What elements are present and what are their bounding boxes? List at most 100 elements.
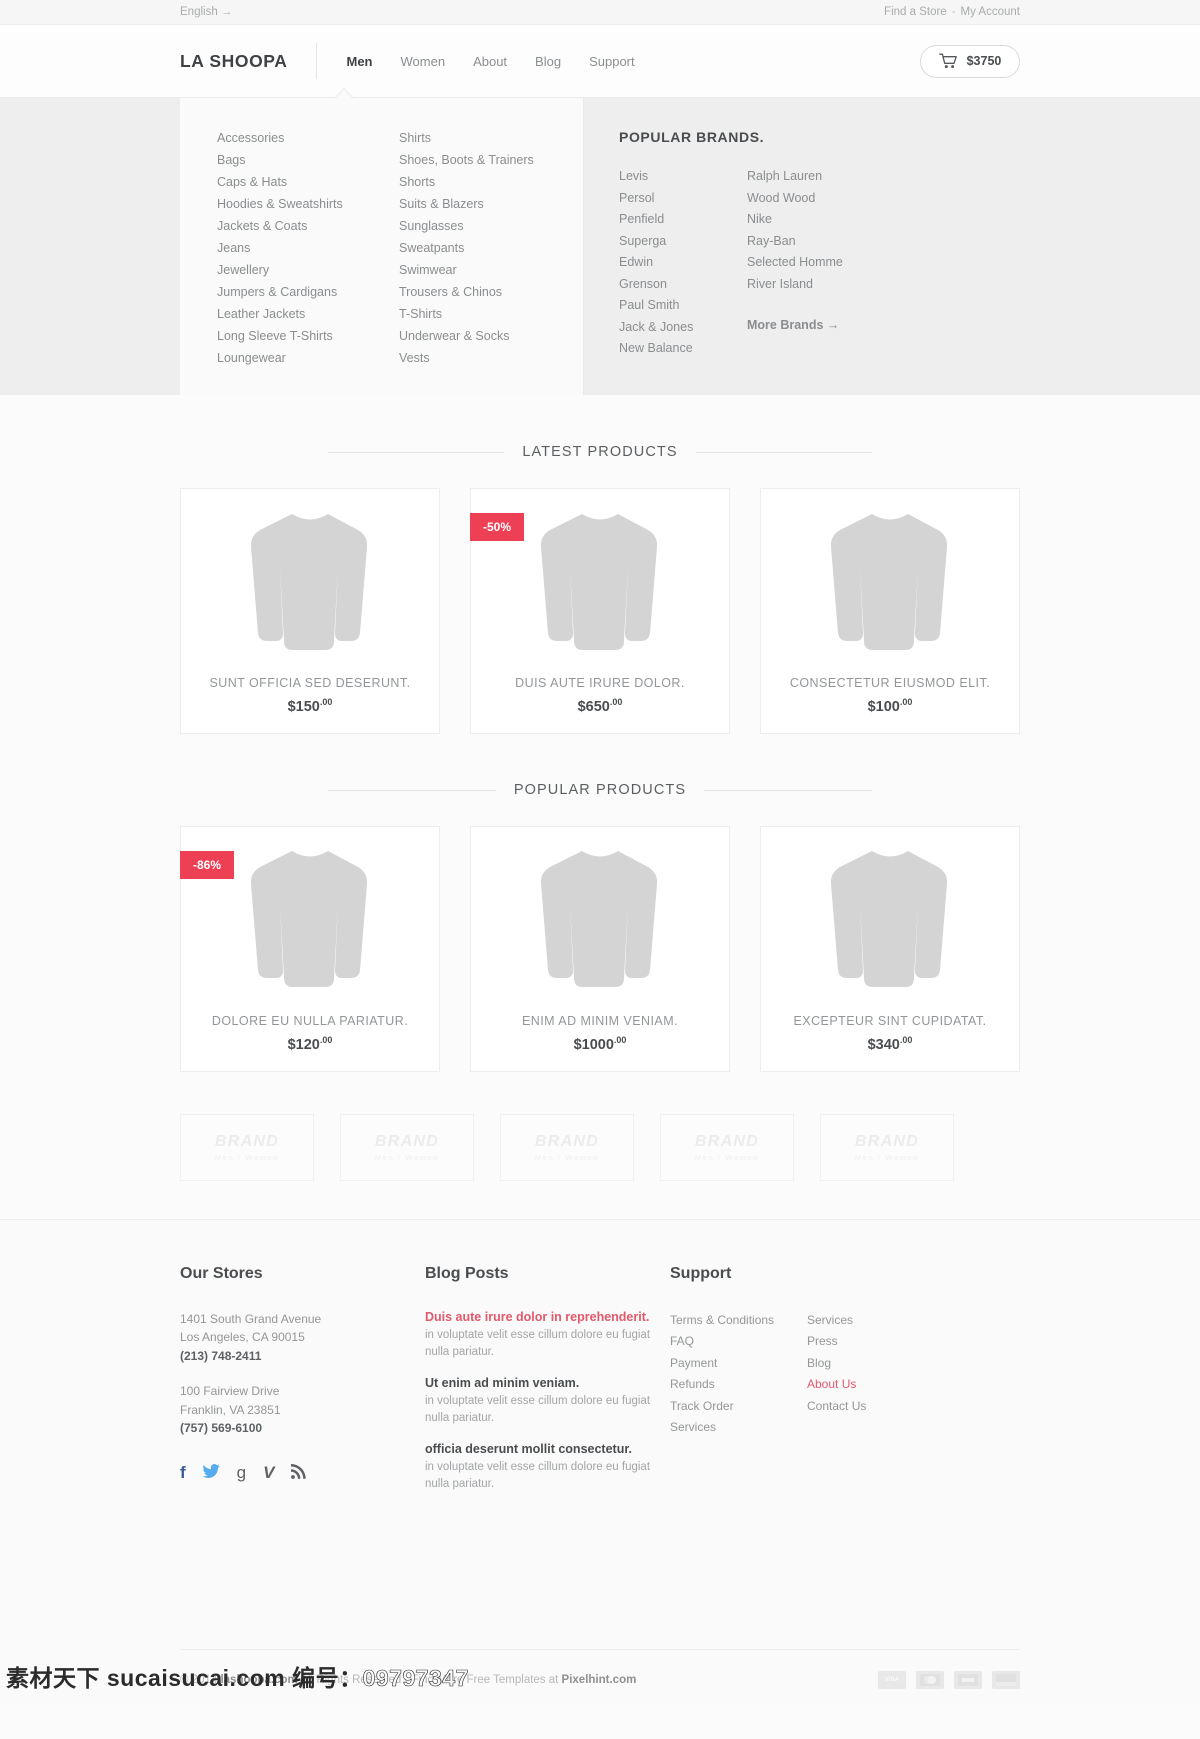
category-link[interactable]: Accessories [217,128,399,150]
google-plus-icon[interactable]: g [237,1464,246,1481]
product-card[interactable]: EXCEPTEUR SINT CUPIDATAT. $340.00 [760,825,1020,1072]
support-link[interactable]: Services [807,1310,944,1332]
brand-link[interactable]: Levis [619,166,747,188]
section-title-text: LATEST PRODUCTS [504,444,696,460]
nav-item-blog[interactable]: Blog [533,50,563,73]
blog-post-item[interactable]: officia deserunt mollit consectetur. in … [425,1442,670,1493]
brand-logo-strip: BRAND Men / Women BRAND Men / Women BRAN… [180,1113,1020,1181]
support-link[interactable]: Terms & Conditions [670,1310,807,1332]
brand-link[interactable]: Jack & Jones [619,317,747,339]
site-header: LA SHOOPA Men Women About Blog Support $… [0,25,1200,98]
category-link[interactable]: Sunglasses [399,216,581,238]
category-link[interactable]: Leather Jackets [217,304,399,326]
category-link[interactable]: Underwear & Socks [399,326,581,348]
category-link[interactable]: Trousers & Chinos [399,282,581,304]
blog-post-excerpt: in voluptate velit esse cillum dolore eu… [425,1460,651,1490]
brand-logo-name: BRAND [214,1132,280,1150]
category-link[interactable]: Loungewear [217,348,399,370]
product-price: $1000.00 [471,1035,729,1053]
brand-link[interactable]: New Balance [619,338,747,360]
category-link[interactable]: Shorts [399,172,581,194]
category-link[interactable]: Shirts [399,128,581,150]
category-link[interactable]: Jumpers & Cardigans [217,282,399,304]
brand-link[interactable]: Nike [747,209,875,231]
brand-logo-placeholder[interactable]: BRAND Men / Women [180,1113,314,1181]
section-title-text: POPULAR PRODUCTS [495,781,705,798]
product-name: SUNT OFFICIA SED DESERUNT. [209,676,411,690]
category-link[interactable]: Caps & Hats [217,172,399,194]
brand-link[interactable]: River Island [747,274,875,296]
support-link[interactable]: Contact Us [807,1396,944,1418]
brand-link[interactable]: Edwin [619,252,747,274]
brand-link[interactable]: Selected Homme [747,252,875,274]
brand-link[interactable]: Grenson [619,274,747,296]
copyright-text: © 2014 lashoopa.com All Rights Reserved … [180,1674,636,1686]
nav-item-support[interactable]: Support [587,50,637,73]
product-card[interactable]: ENIM AD MINIM VENIAM. $1000.00 [470,825,730,1072]
discount-badge: -86% [180,850,235,879]
category-link[interactable]: Sweatpants [399,238,581,260]
brand-logo-placeholder[interactable]: BRAND Men / Women [500,1113,634,1181]
support-link[interactable]: Track Order [670,1396,807,1418]
support-link[interactable]: Payment [670,1353,807,1375]
nav-item-women[interactable]: Women [399,50,448,73]
twitter-icon[interactable] [202,1464,220,1481]
product-card[interactable]: SUNT OFFICIA SED DESERUNT. $150.00 [180,488,440,734]
blog-post-item[interactable]: Ut enim ad minim veniam. in voluptate ve… [425,1376,670,1427]
category-link[interactable]: Swimwear [399,260,581,282]
category-link[interactable]: Bags [217,150,399,172]
store-phone[interactable]: (757) 569-6100 [180,1419,425,1438]
brand-link[interactable]: Persol [619,188,747,210]
category-link[interactable]: Jackets & Coats [217,216,399,238]
rss-icon[interactable] [291,1463,307,1482]
brand-logo-placeholder[interactable]: BRAND Men / Women [340,1113,474,1181]
price-amount: $150 [287,698,320,715]
support-link[interactable]: Press [807,1331,944,1353]
language-selector[interactable]: English → [180,6,232,18]
nav-item-men[interactable]: Men [345,50,375,73]
brand-logo-placeholder[interactable]: BRAND Men / Women [820,1113,954,1181]
brand-link[interactable]: Superga [619,231,747,253]
discover-icon [992,1671,1020,1690]
category-link[interactable]: Jeans [217,238,399,260]
blog-post-item[interactable]: Duis aute irure dolor in reprehenderit. … [425,1310,670,1361]
product-card[interactable]: -86% DOLORE EU NULLA PARIATUR. $120.00 [180,825,440,1072]
brand-logo-placeholder[interactable]: BRAND Men / Women [660,1113,794,1181]
utility-separator: - [951,6,956,18]
mega-menu-brands-panel: POPULAR BRANDS. Levis Persol Penfield Su… [584,98,1020,395]
brand-logo-name: BRAND [694,1132,760,1150]
find-a-store-link[interactable]: Find a Store [884,6,947,18]
support-link[interactable]: Services [670,1417,807,1439]
category-link[interactable]: Jewellery [217,260,399,282]
category-link[interactable]: Vests [399,348,581,370]
category-link[interactable]: Hoodies & Sweatshirts [217,194,399,216]
site-logo[interactable]: LA SHOOPA [180,51,316,72]
blog-posts-heading: Blog Posts [425,1264,509,1282]
brand-link[interactable]: Wood Wood [747,188,875,210]
brand-logo-sub: Men / Women [694,1152,760,1162]
copyright-site: lashoopa.com [220,1674,298,1687]
support-link[interactable]: FAQ [670,1331,807,1353]
product-card[interactable]: -50% DUIS AUTE IRURE DOLOR. $650.00 [470,488,730,734]
heading-rule-right [695,452,872,453]
brand-link[interactable]: Ralph Lauren [747,166,875,188]
brand-link[interactable]: Ray-Ban [747,231,875,253]
support-link[interactable]: Blog [807,1353,944,1375]
category-column-2: Shirts Shoes, Boots & Trainers Shorts Su… [399,128,581,370]
brand-link[interactable]: Penfield [619,209,747,231]
store-phone[interactable]: (213) 748-2411 [180,1347,425,1366]
facebook-icon[interactable]: f [180,1464,186,1481]
support-link[interactable]: Refunds [670,1374,807,1396]
category-link[interactable]: Suits & Blazers [399,194,581,216]
category-link[interactable]: Long Sleeve T-Shirts [217,326,399,348]
brand-link[interactable]: Paul Smith [619,295,747,317]
cart-button[interactable]: $3750 [920,44,1020,78]
category-link[interactable]: Shoes, Boots & Trainers [399,150,581,172]
nav-item-about[interactable]: About [471,50,509,73]
my-account-link[interactable]: My Account [961,6,1020,18]
support-link-about-us[interactable]: About Us [807,1374,944,1396]
category-link[interactable]: T-Shirts [399,304,581,326]
vimeo-icon[interactable]: V [263,1464,274,1481]
more-brands-link[interactable]: More Brands → [747,315,875,337]
product-card[interactable]: CONSECTETUR EIUSMOD ELIT. $100.00 [760,488,1020,734]
